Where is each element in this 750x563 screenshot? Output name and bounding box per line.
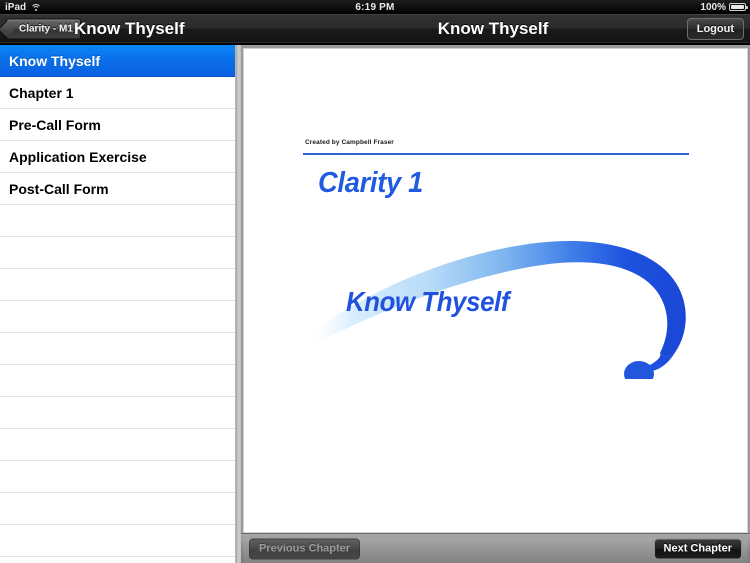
detail-navigation-bar: Know Thyself Logout bbox=[236, 14, 750, 44]
ios-status-bar: iPad 6:19 PM 100% bbox=[0, 0, 750, 14]
sidebar-item-label: Know Thyself bbox=[9, 52, 101, 69]
list-item bbox=[0, 333, 235, 365]
chapter-list-sidebar[interactable]: Know Thyself Chapter 1 Pre-Call Form App… bbox=[0, 45, 236, 563]
previous-chapter-label: Previous Chapter bbox=[259, 542, 351, 555]
ipad-app-window: iPad 6:19 PM 100% Clarity - M1 Know Thys… bbox=[0, 0, 750, 563]
list-item bbox=[0, 301, 235, 333]
logout-button-label: Logout bbox=[696, 22, 734, 35]
back-button[interactable]: Clarity - M1 bbox=[6, 18, 81, 39]
master-navigation-bar: Clarity - M1 Know Thyself bbox=[0, 14, 236, 44]
slide-subtitle: Know Thyself bbox=[346, 286, 510, 317]
sidebar-item-know-thyself[interactable]: Know Thyself bbox=[0, 45, 235, 77]
next-chapter-button[interactable]: Next Chapter bbox=[653, 538, 742, 559]
list-item bbox=[0, 397, 235, 429]
sidebar-item-application-exercise[interactable]: Application Exercise bbox=[0, 141, 235, 173]
slide-divider-rule bbox=[303, 153, 689, 155]
sidebar-item-pre-call-form[interactable]: Pre-Call Form bbox=[0, 109, 235, 141]
detail-nav-title: Know Thyself bbox=[437, 18, 549, 38]
sidebar-item-label: Post-Call Form bbox=[9, 180, 109, 197]
master-nav-title: Know Thyself bbox=[74, 18, 185, 38]
slide-title: Clarity 1 bbox=[318, 167, 424, 199]
slide-page[interactable]: Created by Campbell Fraser Clarity 1 Kno… bbox=[243, 48, 748, 533]
list-item bbox=[0, 493, 235, 525]
chapter-navigation-toolbar: Previous Chapter Next Chapter bbox=[241, 533, 750, 563]
list-item bbox=[0, 429, 235, 461]
sidebar-item-label: Pre-Call Form bbox=[9, 116, 101, 133]
list-item bbox=[0, 205, 235, 237]
swoosh-dot-icon bbox=[624, 361, 654, 387]
status-bar-right: 100% bbox=[700, 1, 748, 13]
slide-byline: Created by Campbell Fraser bbox=[305, 139, 394, 146]
list-item bbox=[0, 365, 235, 397]
sidebar-item-post-call-form[interactable]: Post-Call Form bbox=[0, 173, 235, 205]
sidebar-item-label: Application Exercise bbox=[9, 148, 147, 165]
next-chapter-label: Next Chapter bbox=[663, 542, 732, 555]
list-item bbox=[0, 237, 235, 269]
back-button-label: Clarity - M1 bbox=[19, 23, 73, 34]
list-item bbox=[0, 525, 235, 557]
slide-detail-pane: Created by Campbell Fraser Clarity 1 Kno… bbox=[241, 45, 750, 563]
logout-button[interactable]: Logout bbox=[686, 17, 744, 40]
sidebar-item-chapter-1[interactable]: Chapter 1 bbox=[0, 77, 235, 109]
battery-icon bbox=[729, 3, 748, 11]
list-item bbox=[0, 461, 235, 493]
status-bar-clock: 6:19 PM bbox=[355, 1, 395, 13]
battery-percent-label: 100% bbox=[700, 1, 726, 13]
split-view-divider bbox=[236, 45, 241, 563]
previous-chapter-button[interactable]: Previous Chapter bbox=[249, 538, 361, 559]
sidebar-item-label: Chapter 1 bbox=[9, 84, 74, 101]
list-item bbox=[0, 269, 235, 301]
